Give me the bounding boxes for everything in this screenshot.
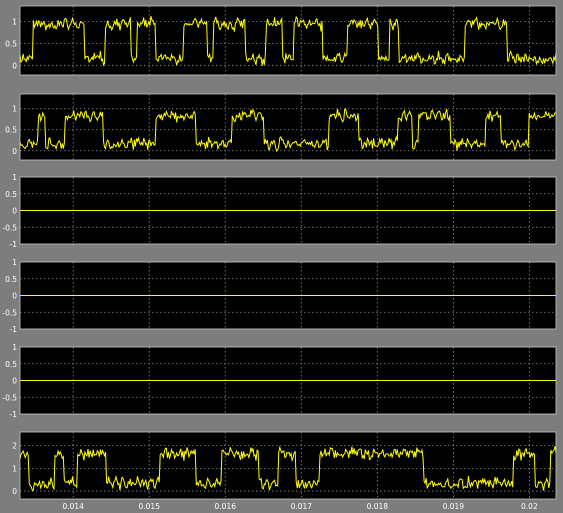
plot-area: [20, 432, 556, 499]
scope-axes-3: -1 -0.5 0 0.5 1: [2, 173, 557, 249]
y-tick-label: -0.5: [2, 223, 17, 232]
y-tick-label: -1: [10, 325, 18, 334]
y-tick-label: 0: [12, 147, 17, 156]
y-tick-label: 1: [12, 464, 17, 473]
y-tick-label: 0: [12, 292, 17, 301]
y-tick-label: -1: [10, 410, 18, 419]
y-tick-label: -1: [10, 240, 18, 249]
scope-axes-1: 00.51: [5, 5, 557, 76]
y-tick-label: 1: [12, 258, 17, 267]
x-tick-label: 0.02: [521, 502, 538, 511]
x-tick-label: 0.018: [367, 502, 389, 511]
y-tick-label: 0.5: [5, 39, 17, 48]
y-tick-label: 1: [12, 343, 17, 352]
y-tick-label: 0: [12, 377, 17, 386]
x-tick-label: 0.016: [215, 502, 237, 511]
y-tick-label: 1: [12, 173, 17, 182]
plot-area: [20, 94, 556, 160]
y-tick-label: 0.5: [5, 126, 17, 135]
y-tick-label: 1: [12, 105, 17, 114]
plot-area: [20, 6, 556, 75]
x-tick-label: 0.017: [291, 502, 313, 511]
y-tick-label: 0.5: [5, 275, 17, 284]
y-tick-label: 0.5: [5, 190, 17, 199]
y-tick-label: 2: [12, 442, 17, 451]
scope-axes-5: -1 -0.5 0 0.5 1: [2, 343, 557, 419]
scope-axes-2: 00.51: [5, 93, 557, 161]
x-tick-label: 0.015: [139, 502, 161, 511]
scope-axes-4: -1 -0.5 0 0.5 1: [2, 258, 557, 334]
y-tick-label: 0: [12, 61, 17, 70]
y-tick-label: -0.5: [2, 308, 17, 317]
x-tick-label: 0.014: [62, 502, 84, 511]
y-tick-label: 1: [12, 17, 17, 26]
y-tick-label: 0: [12, 207, 17, 216]
scope-axes-6: 0 1 2 0.014 0.015 0.016 0.017 0.018 0.019 0.02: [12, 431, 557, 511]
x-tick-label: 0.019: [443, 502, 465, 511]
y-tick-label: -0.5: [2, 393, 17, 402]
y-tick-label: 0.5: [5, 360, 17, 369]
y-tick-label: 0: [12, 487, 17, 496]
scope-display: 00.5100.51-1-0.500.51-1-0.500.51-1-0.500…: [2, 5, 557, 511]
